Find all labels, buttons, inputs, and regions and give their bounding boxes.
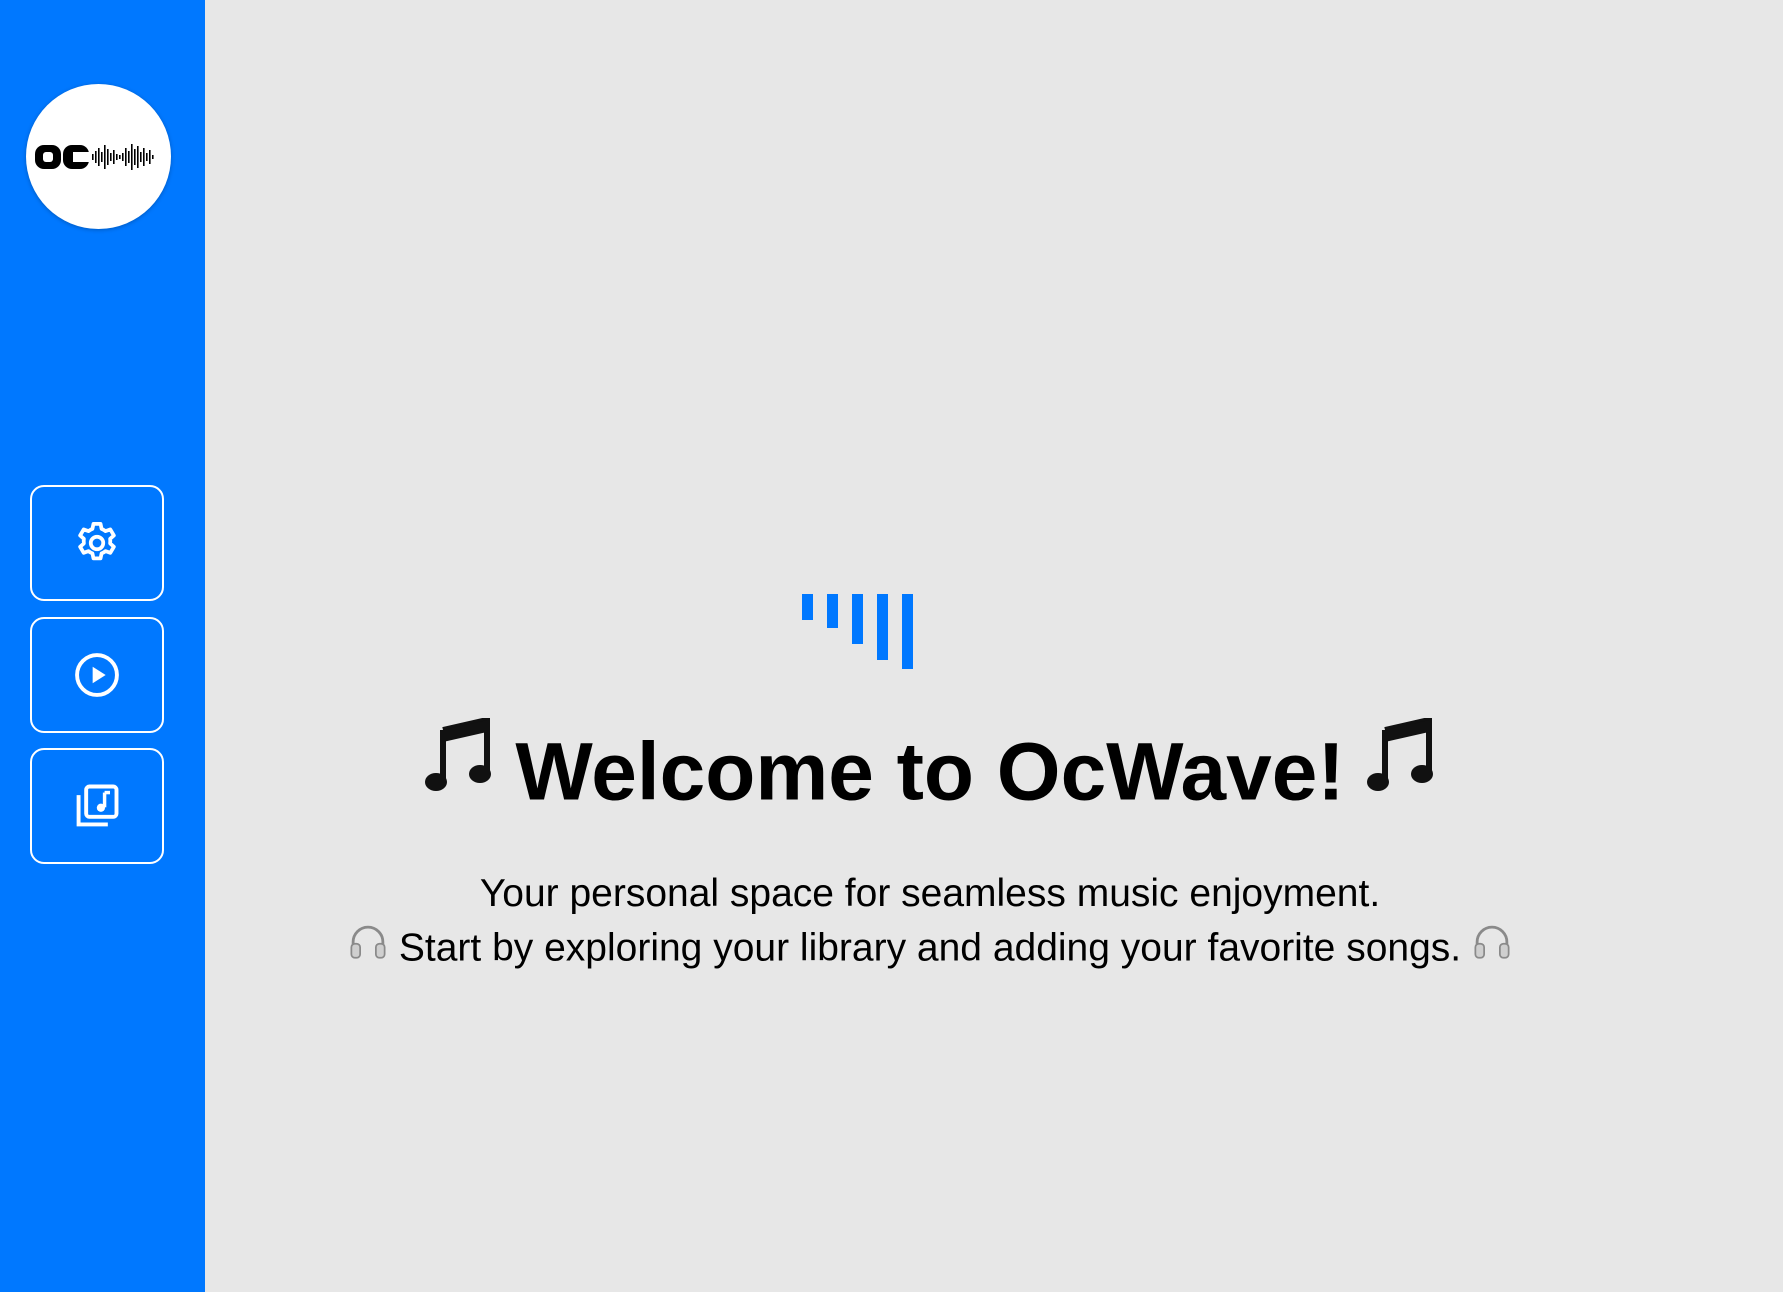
gear-icon [78, 521, 116, 561]
settings-button[interactable] [30, 485, 164, 601]
player-button[interactable] [30, 617, 164, 733]
music-note-icon [425, 716, 493, 814]
app-logo[interactable]: OC [26, 84, 171, 229]
music-library-icon [76, 784, 119, 827]
headphones-icon [1471, 921, 1513, 973]
library-button[interactable] [30, 748, 164, 864]
play-circle-icon [75, 653, 119, 697]
subtitle-line-2: Start by exploring your library and addi… [205, 924, 1655, 976]
main-content: Welcome to OcWave! Your personal space f… [205, 0, 1783, 1292]
music-note-icon [1366, 716, 1435, 814]
subtitle-line-1: Your personal space for seamless music e… [479, 872, 1381, 915]
headphones-icon [347, 921, 389, 973]
soundwave-icon [802, 594, 922, 670]
welcome-title: Welcome to OcWave! [205, 716, 1655, 820]
soundwave-logo-icon [34, 143, 154, 170]
subtitle-line-2-text: Start by exploring your library and addi… [398, 926, 1462, 970]
title-text: Welcome to OcWave! [515, 726, 1345, 818]
sidebar: OC [0, 0, 205, 1292]
